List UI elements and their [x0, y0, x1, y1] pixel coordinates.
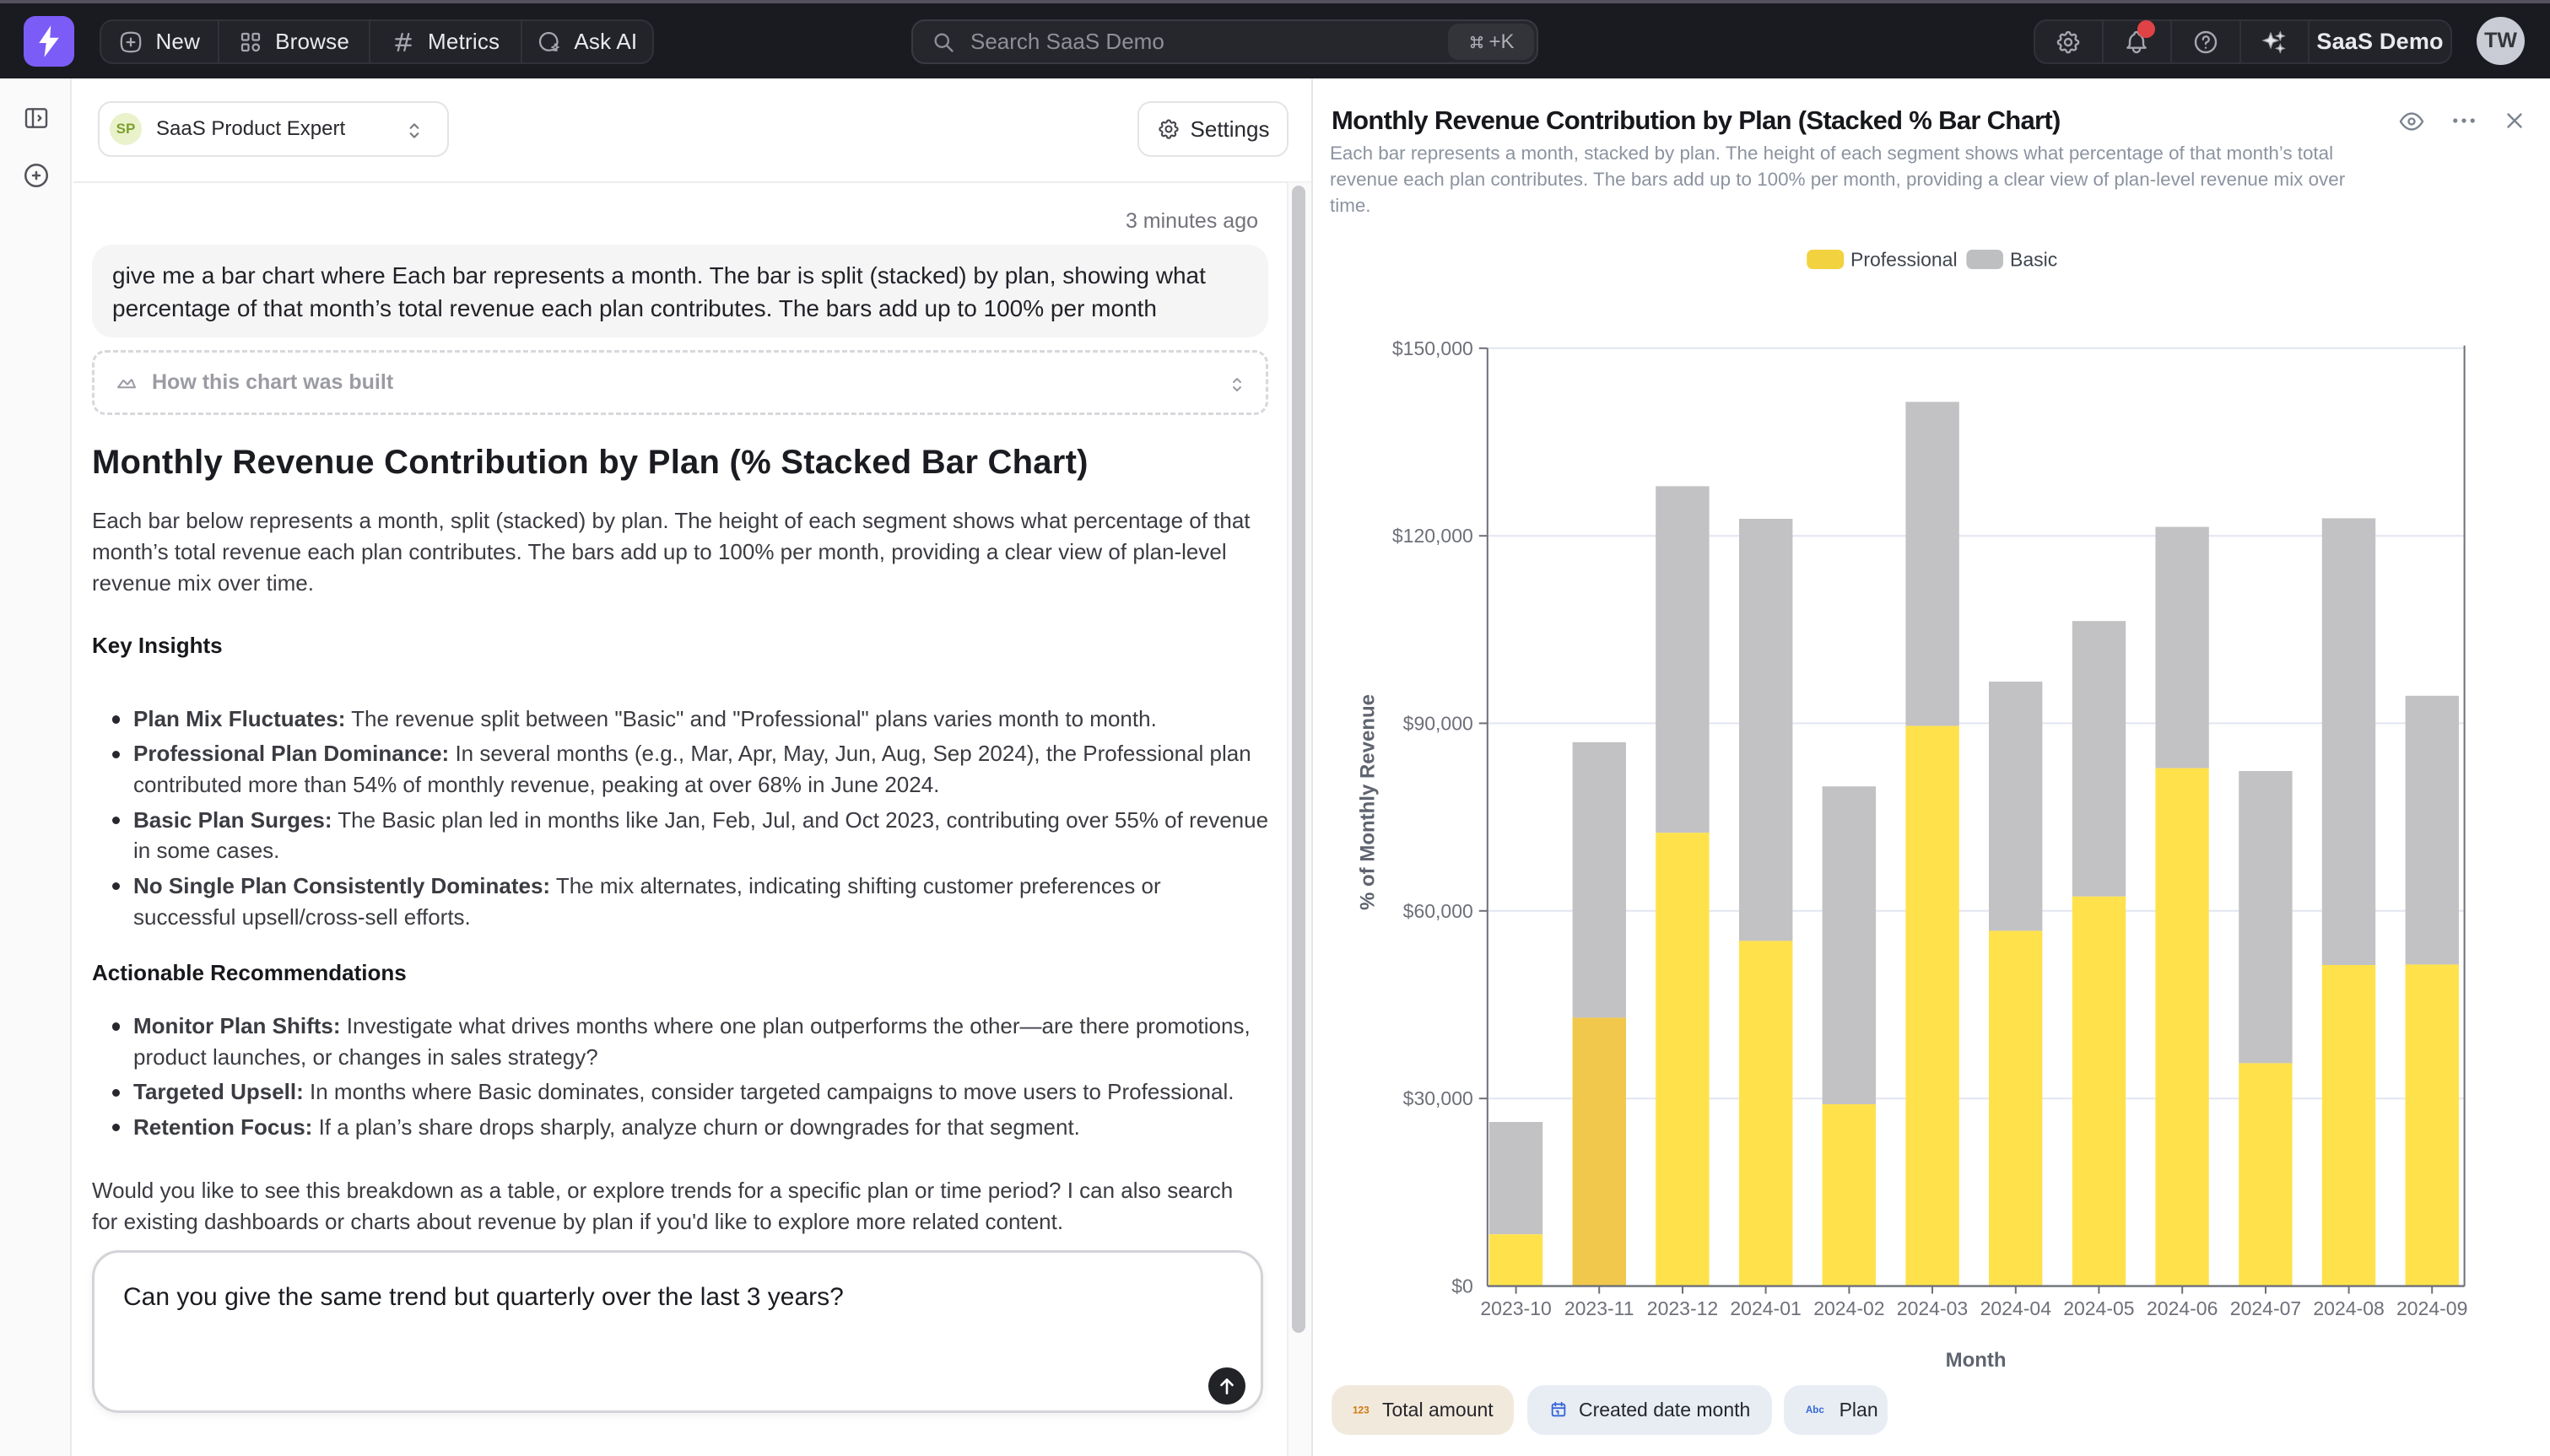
svg-text:$90,000: $90,000	[1403, 712, 1473, 734]
svg-text:$150,000: $150,000	[1392, 337, 1473, 359]
svg-text:$0: $0	[1451, 1275, 1473, 1297]
svg-text:$120,000: $120,000	[1392, 525, 1473, 547]
svg-text:2023-12: 2023-12	[1647, 1297, 1718, 1319]
svg-text:2024-02: 2024-02	[1813, 1297, 1884, 1319]
svg-text:Professional: Professional	[1850, 249, 1958, 271]
svg-text:Month: Month	[1946, 1349, 2007, 1372]
svg-text:2024-01: 2024-01	[1730, 1297, 1801, 1319]
svg-text:2024-08: 2024-08	[2313, 1297, 2384, 1319]
svg-text:2024-04: 2024-04	[1980, 1297, 2052, 1319]
svg-text:2024-06: 2024-06	[2147, 1297, 2218, 1319]
svg-text:2024-05: 2024-05	[2063, 1297, 2134, 1319]
svg-text:$60,000: $60,000	[1403, 900, 1473, 922]
svg-text:2023-10: 2023-10	[1480, 1297, 1551, 1319]
svg-text:$30,000: $30,000	[1403, 1087, 1473, 1109]
svg-text:Basic: Basic	[2010, 249, 2057, 271]
svg-text:2024-07: 2024-07	[2230, 1297, 2301, 1319]
svg-text:2024-03: 2024-03	[1897, 1297, 1968, 1319]
svg-text:2023-11: 2023-11	[1564, 1297, 1634, 1319]
svg-text:2024-09: 2024-09	[2396, 1297, 2467, 1319]
svg-text:Abc: Abc	[1806, 1405, 1824, 1416]
svg-text:123: 123	[1353, 1405, 1370, 1416]
svg-text:% of Monthly Revenue: % of Monthly Revenue	[1357, 694, 1380, 910]
